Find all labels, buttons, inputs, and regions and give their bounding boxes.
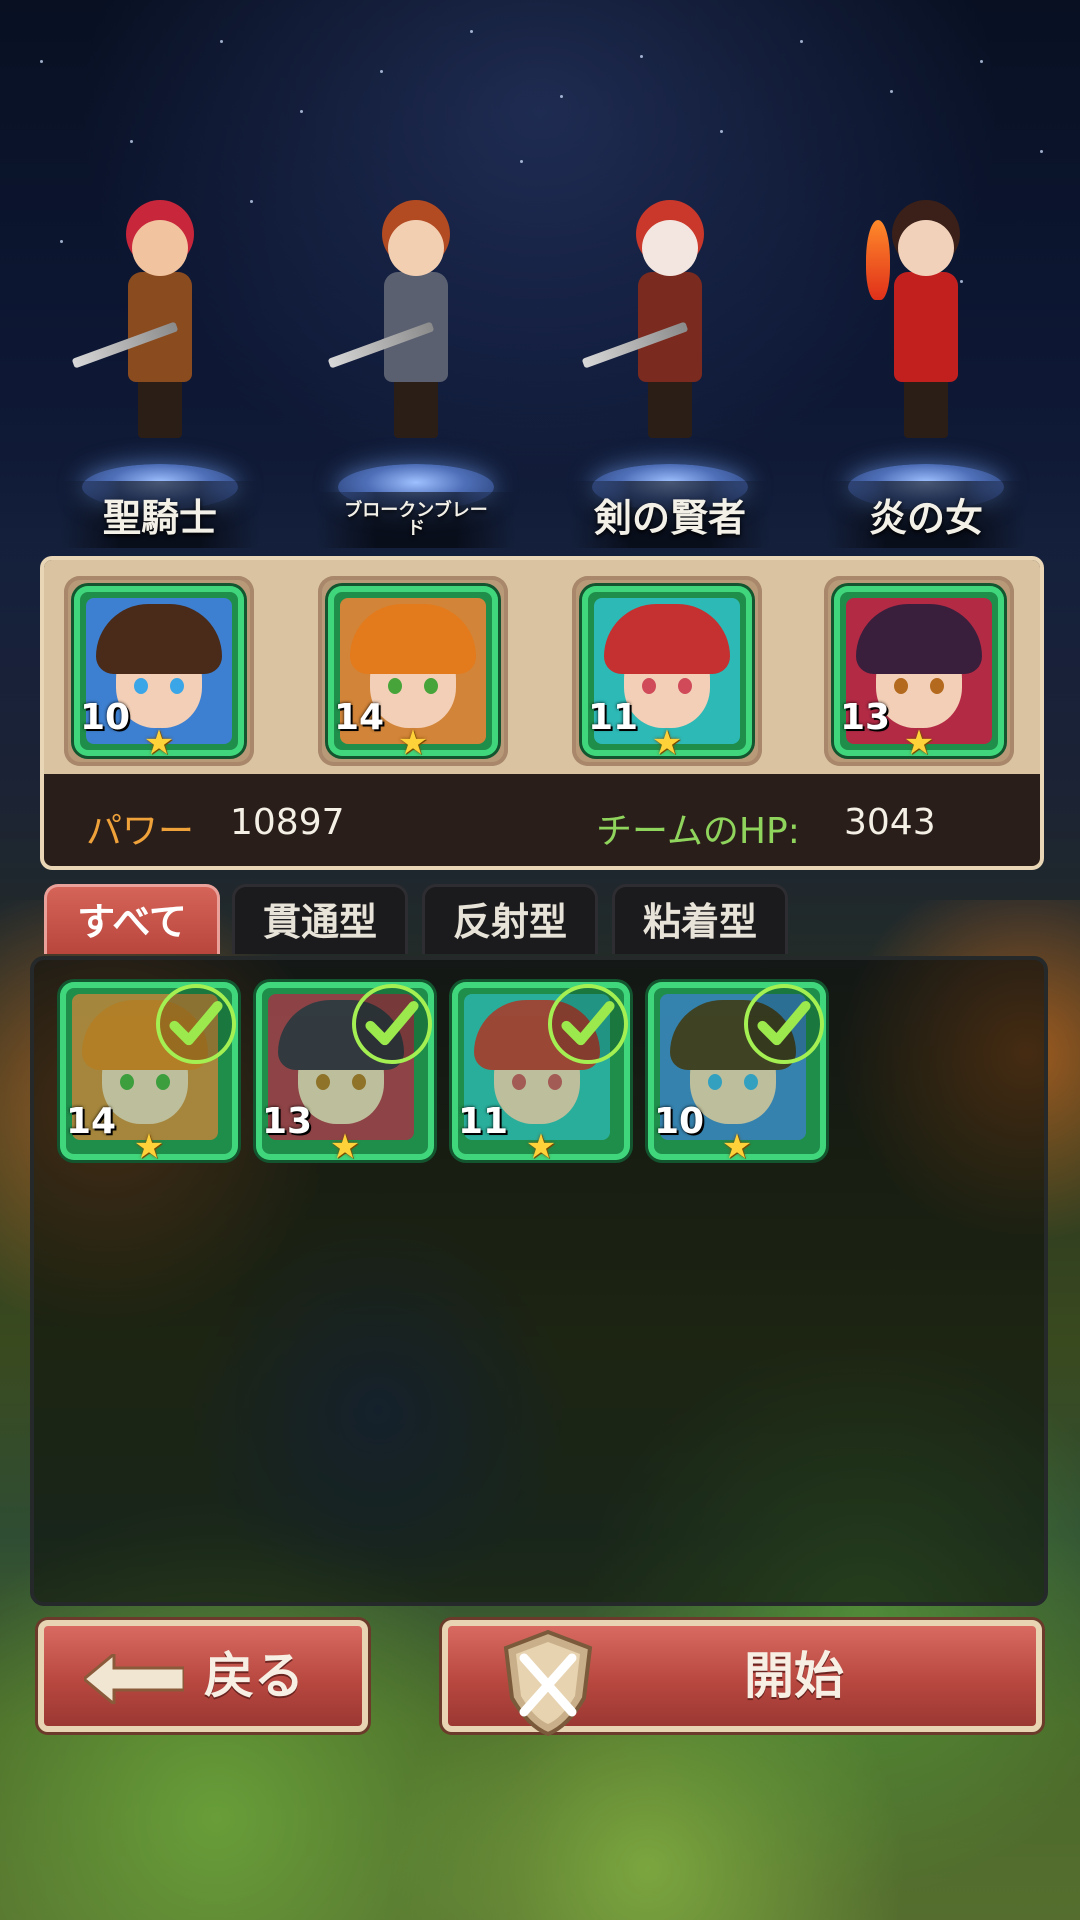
sky-star <box>1040 150 1043 153</box>
sky-star <box>520 160 523 163</box>
checkmark-icon <box>156 984 236 1064</box>
tab-sticky[interactable]: 粘着型 <box>612 884 788 954</box>
hero-figure-paladin[interactable]: 聖騎士 <box>60 200 260 548</box>
roster-card[interactable]: 10 ★ <box>648 982 826 1160</box>
checkmark-icon <box>744 984 824 1064</box>
sky-star <box>130 140 133 143</box>
team-hp-label: チームのHP: <box>596 811 800 852</box>
roster-card[interactable]: 11 ★ <box>452 982 630 1160</box>
sky-star <box>300 110 303 113</box>
hero-level: 13 <box>840 697 891 738</box>
hero-figure-sword-sage[interactable]: 剣の賢者 <box>570 200 770 548</box>
hero-model <box>71 210 210 438</box>
hero-level: 11 <box>588 697 639 738</box>
star-icon: ★ <box>525 1127 557 1160</box>
hero-name: ブロークンブレード <box>316 492 516 548</box>
star-icon: ★ <box>651 723 683 756</box>
crossed-swords-shield-icon <box>503 1629 593 1737</box>
portrait-frame: 14 ★ <box>328 586 498 756</box>
back-button[interactable]: 戻る <box>38 1620 368 1732</box>
team-slots-area: 10 ★ 14 ★ 11 ★ 13 ★ <box>44 560 1040 774</box>
flame-icon <box>866 220 890 300</box>
back-button-label: 戻る <box>204 1647 304 1705</box>
hero-figure-flame-woman[interactable]: 炎の女 <box>826 200 1026 548</box>
power-label: パワー <box>86 811 195 852</box>
team-panel: 10 ★ 14 ★ 11 ★ 13 ★ パワー 10897 チームのHP: 3043 <box>40 556 1044 870</box>
hero-name: 剣の賢者 <box>570 481 770 548</box>
roster-card[interactable]: 14 ★ <box>60 982 238 1160</box>
sky-star <box>640 55 643 58</box>
team-slot-1[interactable]: 10 ★ <box>64 576 254 766</box>
power-value: 10897 <box>230 802 345 843</box>
sky-star <box>380 70 383 73</box>
star-icon: ★ <box>329 1127 361 1160</box>
hero-model <box>327 210 466 438</box>
hero-level: 13 <box>262 1101 313 1142</box>
sky-star <box>220 40 223 43</box>
star-icon: ★ <box>133 1127 165 1160</box>
team-slot-2[interactable]: 14 ★ <box>318 576 508 766</box>
portrait-frame: 11 ★ <box>582 586 752 756</box>
star-icon: ★ <box>397 723 429 756</box>
team-slot-4[interactable]: 13 ★ <box>824 576 1014 766</box>
start-button[interactable]: 開始 <box>442 1620 1042 1737</box>
portrait-frame: 13 ★ <box>834 586 1004 756</box>
sky-star <box>720 130 723 133</box>
back-arrow-icon <box>84 1654 184 1704</box>
roster-card[interactable]: 13 ★ <box>256 982 434 1160</box>
hero-name: 聖騎士 <box>60 481 260 548</box>
hero-name: 炎の女 <box>826 481 1026 548</box>
tab-piercing[interactable]: 貫通型 <box>232 884 408 954</box>
checkmark-icon <box>352 984 432 1064</box>
sky-star <box>560 95 563 98</box>
sky-star <box>470 30 473 33</box>
tab-all[interactable]: すべて <box>44 884 220 954</box>
portrait-frame: 10 ★ <box>74 586 244 756</box>
sky-star <box>40 60 43 63</box>
hero-level: 11 <box>458 1101 509 1142</box>
checkmark-icon <box>548 984 628 1064</box>
start-button-label: 開始 <box>744 1647 844 1705</box>
hero-roster-list: 14 ★ 13 ★ 11 ★ 10 ★ <box>30 956 1048 1606</box>
hero-level: 10 <box>654 1101 705 1142</box>
team-slot-3[interactable]: 11 ★ <box>572 576 762 766</box>
star-icon: ★ <box>721 1127 753 1160</box>
team-stats: パワー 10897 チームのHP: 3043 <box>44 774 1040 866</box>
hero-figure-broken-blade[interactable]: ブロークンブレード <box>316 200 516 548</box>
hero-level: 14 <box>334 697 385 738</box>
tab-reflect[interactable]: 反射型 <box>422 884 598 954</box>
team-hp-value: 3043 <box>844 802 936 843</box>
sky-star <box>800 40 803 43</box>
hero-model <box>581 210 720 438</box>
hero-level: 10 <box>80 697 131 738</box>
hero-level: 14 <box>66 1101 117 1142</box>
sky-star <box>980 60 983 63</box>
sky-star <box>890 90 893 93</box>
star-icon: ★ <box>903 723 935 756</box>
hero-model <box>866 210 976 438</box>
star-icon: ★ <box>143 723 175 756</box>
